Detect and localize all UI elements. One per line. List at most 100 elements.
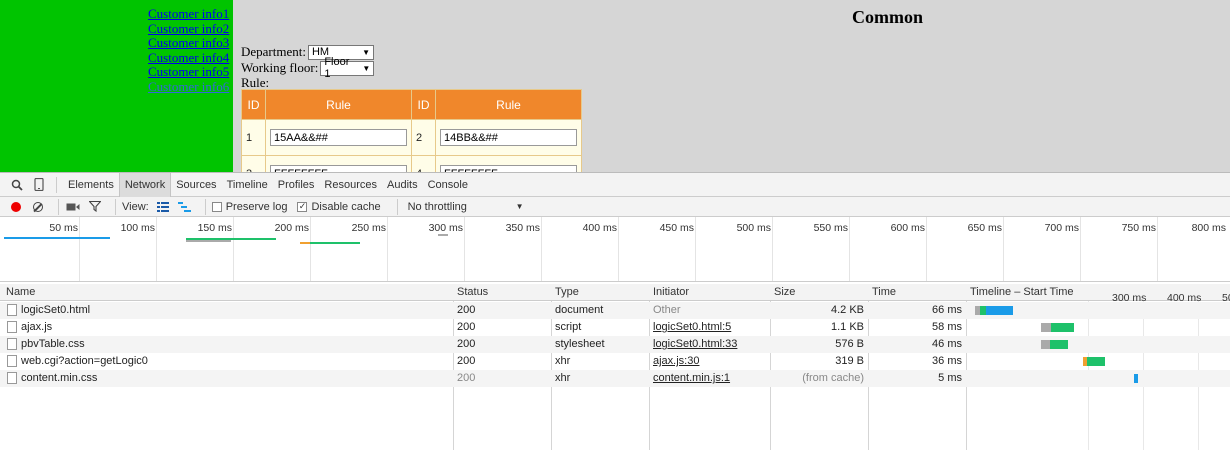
department-label: Department: bbox=[241, 44, 306, 59]
overview-gridline bbox=[618, 217, 619, 281]
rule-input[interactable] bbox=[270, 165, 407, 172]
request-name[interactable]: logicSet0.html bbox=[21, 304, 90, 316]
throttling-select[interactable]: No throttling ▼ bbox=[408, 201, 524, 213]
preserve-log-checkbox[interactable] bbox=[211, 201, 222, 212]
tab-network[interactable]: Network bbox=[118, 172, 172, 197]
table-row[interactable]: content.min.css 200 xhr content.min.js:1… bbox=[0, 370, 1230, 387]
floor-label: Working floor: bbox=[241, 60, 319, 75]
rule-input[interactable] bbox=[270, 129, 407, 146]
rule-table: ID Rule ID Rule 1 2 3 4 bbox=[241, 89, 582, 172]
table-row[interactable]: logicSet0.html 200 document Other 4.2 KB… bbox=[0, 302, 1230, 319]
customer-info-link[interactable]: Customer info4 bbox=[148, 50, 229, 65]
col-name[interactable]: Name bbox=[6, 286, 35, 298]
customer-info-link[interactable]: Customer info5 bbox=[148, 64, 229, 79]
request-type: xhr bbox=[555, 372, 571, 384]
tab-timeline[interactable]: Timeline bbox=[222, 173, 273, 197]
table-header: Name Status Type Initiator Size Time Tim… bbox=[0, 284, 1230, 304]
overview-gridline bbox=[541, 217, 542, 281]
customer-info-link[interactable]: Customer info3 bbox=[148, 35, 229, 50]
separator bbox=[204, 198, 206, 215]
overview-waterfall-icon[interactable] bbox=[177, 199, 193, 215]
waterfall-bar bbox=[1050, 340, 1068, 349]
file-icon bbox=[7, 372, 17, 384]
request-name[interactable]: web.cgi?action=getLogic0 bbox=[21, 355, 148, 367]
customer-info-link[interactable]: Customer info2 bbox=[148, 21, 229, 36]
rule-cell bbox=[435, 155, 582, 172]
col-header-rule: Rule bbox=[435, 89, 582, 120]
tab-audits[interactable]: Audits bbox=[382, 173, 423, 197]
waterfall-bar bbox=[1041, 323, 1051, 332]
tab-profiles[interactable]: Profiles bbox=[273, 173, 320, 197]
col-time[interactable]: Time bbox=[872, 286, 896, 298]
table-row[interactable]: web.cgi?action=getLogic0 200 xhr ajax.js… bbox=[0, 353, 1230, 370]
request-initiator[interactable]: ajax.js:30 bbox=[653, 355, 699, 367]
overview-tick-label: 100 ms bbox=[120, 222, 155, 234]
overview-request-bar bbox=[438, 234, 448, 236]
col-initiator[interactable]: Initiator bbox=[653, 286, 689, 298]
tab-resources[interactable]: Resources bbox=[319, 173, 382, 197]
overview-gridline bbox=[1157, 217, 1158, 281]
request-size: 319 B bbox=[835, 355, 864, 367]
overview-request-bar bbox=[310, 242, 360, 244]
request-time: 46 ms bbox=[932, 338, 962, 350]
request-name[interactable]: ajax.js bbox=[21, 321, 52, 333]
rule-input[interactable] bbox=[440, 165, 577, 172]
clear-icon[interactable] bbox=[30, 199, 46, 215]
filter-icon[interactable] bbox=[87, 199, 103, 215]
rule-cell bbox=[435, 119, 582, 156]
tab-elements[interactable]: Elements bbox=[63, 173, 119, 197]
request-time: 66 ms bbox=[932, 304, 962, 316]
overview-gridline bbox=[233, 217, 234, 281]
overview-gridline bbox=[156, 217, 157, 281]
disable-cache-label: Disable cache bbox=[311, 200, 381, 213]
overview-gridline bbox=[695, 217, 696, 281]
col-type[interactable]: Type bbox=[555, 286, 579, 298]
waterfall-bar bbox=[1134, 374, 1138, 383]
tab-sources[interactable]: Sources bbox=[171, 173, 221, 197]
customer-info-link[interactable]: Customer info1 bbox=[148, 6, 229, 21]
request-table: Name Status Type Initiator Size Time Tim… bbox=[0, 284, 1230, 450]
table-row[interactable]: ajax.js 200 script logicSet0.html:5 1.1 … bbox=[0, 319, 1230, 336]
request-name[interactable]: pbvTable.css bbox=[21, 338, 85, 350]
table-row[interactable]: pbvTable.css 200 stylesheet logicSet0.ht… bbox=[0, 336, 1230, 353]
large-rows-icon[interactable] bbox=[155, 199, 171, 215]
disable-cache-checkbox[interactable]: ✓ bbox=[297, 201, 308, 212]
record-icon[interactable] bbox=[8, 199, 24, 215]
request-status: 200 bbox=[457, 355, 476, 367]
request-size: (from cache) bbox=[802, 372, 864, 384]
customer-info-link[interactable]: Customer info6 bbox=[148, 79, 229, 94]
overview-tick-label: 250 ms bbox=[351, 222, 386, 234]
col-timeline[interactable]: Timeline – Start Time bbox=[970, 286, 1074, 298]
overview-tick-label: 200 ms bbox=[274, 222, 309, 234]
overview-gridline bbox=[1003, 217, 1004, 281]
request-type: stylesheet bbox=[555, 338, 605, 350]
overview-tick-label: 550 ms bbox=[813, 222, 848, 234]
floor-row: Working floor: Floor 1 ▼ bbox=[241, 56, 375, 80]
device-mode-icon[interactable] bbox=[28, 174, 50, 196]
request-initiator[interactable]: logicSet0.html:33 bbox=[653, 338, 737, 350]
separator bbox=[115, 198, 116, 215]
waterfall-bar bbox=[986, 306, 1013, 315]
file-icon bbox=[7, 338, 17, 350]
col-status[interactable]: Status bbox=[457, 286, 488, 298]
overview-gridline bbox=[79, 217, 80, 281]
customer-links: Customer info1 Customer info2 Customer i… bbox=[148, 6, 229, 94]
rule-cell bbox=[265, 155, 412, 172]
capture-screenshots-icon[interactable] bbox=[65, 199, 81, 215]
rule-input[interactable] bbox=[440, 129, 577, 146]
overview-gridline bbox=[772, 217, 773, 281]
col-header-id: ID bbox=[411, 89, 436, 120]
request-initiator[interactable]: logicSet0.html:5 bbox=[653, 321, 731, 333]
floor-value: Floor 1 bbox=[324, 56, 350, 80]
request-status: 200 bbox=[457, 304, 476, 316]
floor-select[interactable]: Floor 1 ▼ bbox=[320, 56, 375, 80]
tab-console[interactable]: Console bbox=[423, 173, 473, 197]
request-initiator[interactable]: content.min.js:1 bbox=[653, 372, 730, 384]
overview-request-bar bbox=[4, 237, 110, 239]
col-size[interactable]: Size bbox=[774, 286, 795, 298]
inspect-search-icon[interactable] bbox=[6, 174, 28, 196]
request-status: 200 bbox=[457, 321, 476, 333]
rule-cell bbox=[265, 119, 412, 156]
overview-tick-label: 500 ms bbox=[736, 222, 771, 234]
request-name[interactable]: content.min.css bbox=[21, 372, 97, 384]
